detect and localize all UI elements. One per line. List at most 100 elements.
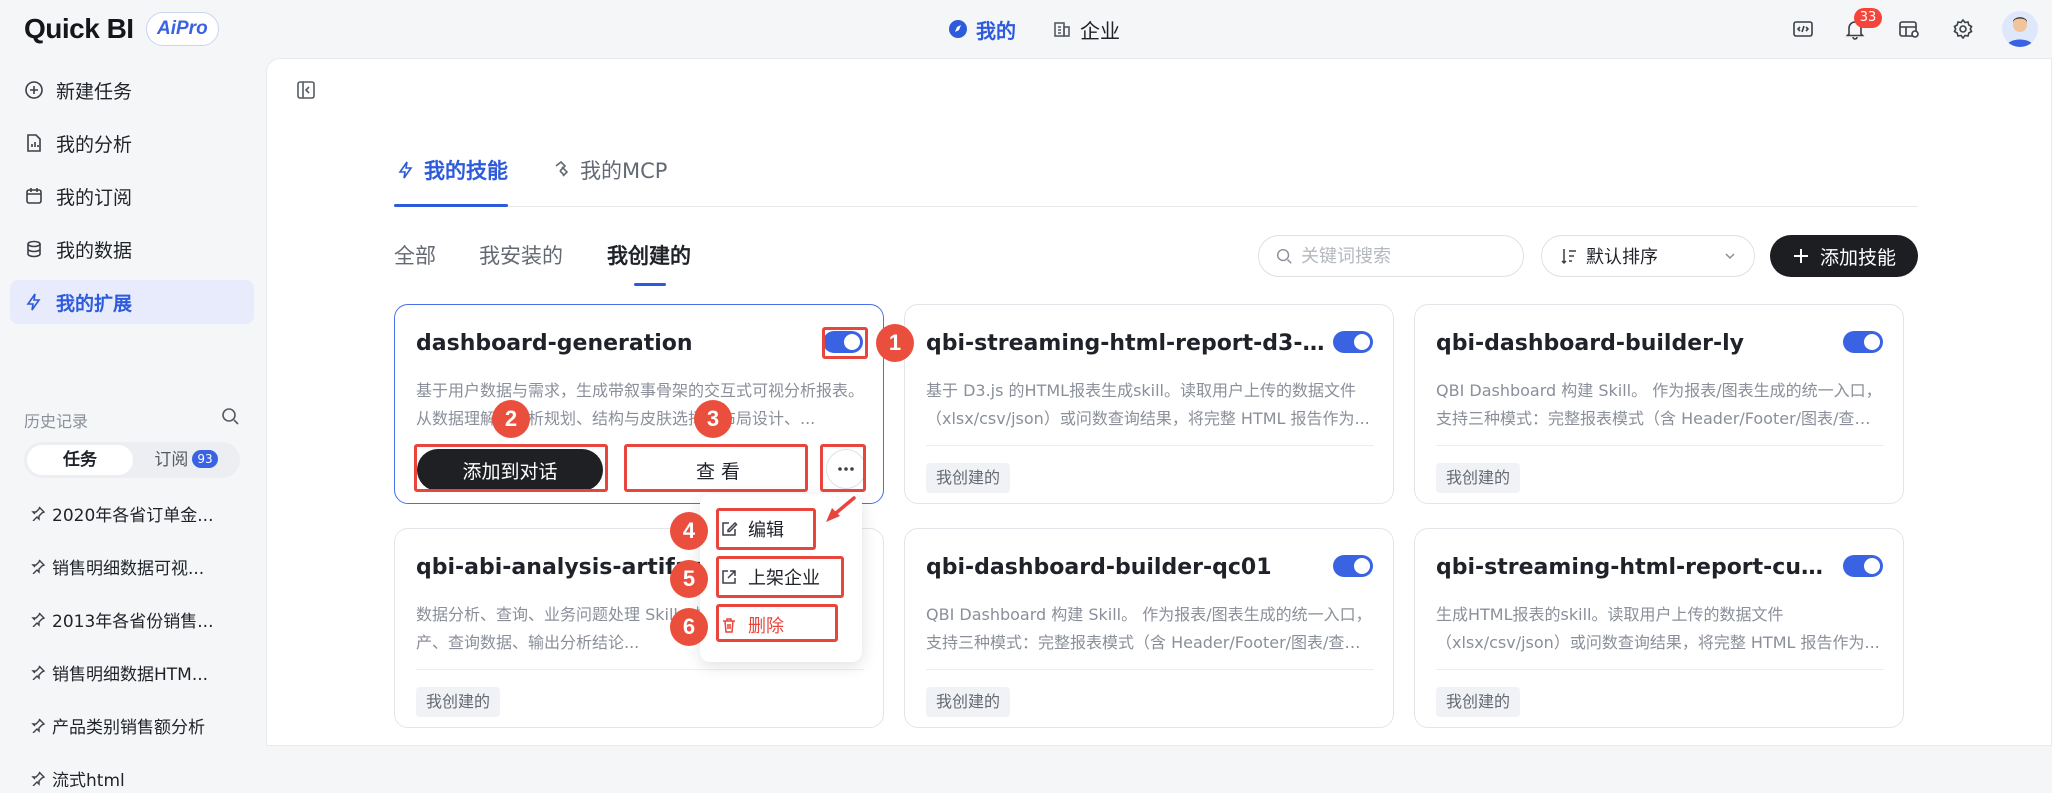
history-search-button[interactable] (220, 406, 240, 430)
search-icon (222, 408, 239, 425)
compass-icon (949, 20, 967, 38)
filter-installed[interactable]: 我安装的 (479, 240, 563, 270)
skill-card-title: qbi-streaming-html-report-custom-s... (1436, 555, 1836, 580)
chevron-down-icon (1725, 253, 1735, 260)
skill-card[interactable]: qbi-streaming-html-report-custom-s... 生成… (1414, 528, 1904, 728)
skill-card[interactable]: qbi-streaming-html-report-d3-custo... 基于… (904, 304, 1394, 504)
sidebar-item-label: 我的分析 (56, 133, 133, 156)
history-item[interactable]: 2013年各省份销售... (30, 604, 213, 634)
menu-item-publish[interactable]: 上架企业 (720, 560, 820, 594)
annotation-marker: 5 (670, 560, 708, 598)
history-item[interactable]: 产品类别销售额分析 (30, 710, 205, 740)
menu-item-label: 编辑 (748, 520, 784, 541)
plus-icon (1793, 249, 1808, 263)
topnav-mine[interactable]: 我的 (948, 14, 1016, 44)
search-box[interactable] (1258, 235, 1524, 277)
sidebar-collapse-icon (297, 81, 315, 99)
topnav-enterprise[interactable]: 企业 (1052, 14, 1120, 44)
skill-card-title: dashboard-generation (416, 331, 693, 356)
skill-enabled-toggle[interactable] (1843, 331, 1883, 353)
sidebar-item-label: 新建任务 (56, 80, 133, 103)
top-bar: Quick BI AiPro 我的 企业 33 (0, 0, 2052, 58)
topnav-mine-label: 我的 (976, 18, 1016, 43)
skill-card-tag: 我创建的 (416, 687, 501, 717)
code-button[interactable] (1788, 14, 1818, 44)
sidebar: 新建任务 我的分析 我的订阅 我的数据 我的扩展 历史记录 任务 订阅 93 20… (0, 58, 264, 791)
skill-card[interactable]: qbi-dashboard-builder-qc01 QBI Dashboard… (904, 528, 1394, 728)
notification-button[interactable]: 33 (1840, 8, 1882, 44)
history-item[interactable]: 销售明细数据可视... (30, 551, 204, 581)
skill-card-tag: 我创建的 (926, 687, 1011, 717)
aipro-badge[interactable]: AiPro (146, 12, 219, 46)
menu-item-edit[interactable]: 编辑 (720, 512, 784, 546)
sidebar-item-label: 我的扩展 (56, 292, 133, 315)
calendar-icon (26, 188, 42, 204)
skill-card-desc: QBI Dashboard 构建 Skill。 作为报表/图表生成的统一入口，支… (926, 605, 1372, 652)
tab-my-skills[interactable]: 我的技能 (396, 154, 508, 186)
history-item[interactable]: 销售明细数据HTM... (30, 657, 208, 687)
avatar-icon (2006, 17, 2034, 47)
skill-card-tag: 我创建的 (1436, 687, 1521, 717)
filter-created[interactable]: 我创建的 (607, 240, 691, 270)
edit-icon (722, 521, 738, 536)
skill-card-title: qbi-streaming-html-report-d3-custo... (926, 331, 1326, 356)
skill-enabled-toggle[interactable] (1843, 555, 1883, 577)
segment-subscribe[interactable]: 订阅 93 (136, 445, 236, 475)
history-item[interactable]: 流式html (30, 763, 125, 793)
sidebar-item-analysis[interactable]: 我的分析 (10, 121, 254, 165)
skill-enabled-toggle[interactable] (1333, 331, 1373, 353)
sidebar-item-extensions[interactable]: 我的扩展 (10, 280, 254, 324)
code-icon (1793, 21, 1813, 37)
segment-subscribe-label: 订阅 (154, 450, 189, 470)
card-divider (926, 669, 1374, 670)
segment-task[interactable]: 任务 (27, 445, 133, 475)
pin-icon (31, 771, 46, 786)
skill-card[interactable]: qbi-dashboard-builder-ly QBI Dashboard 构… (1414, 304, 1904, 504)
menu-item-label: 删除 (748, 616, 784, 637)
annotation-marker: 3 (694, 400, 732, 438)
database-icon (27, 240, 41, 258)
table-settings-button[interactable] (1894, 14, 1924, 44)
brand-logo[interactable]: Quick BI (24, 13, 134, 45)
sort-icon (1561, 249, 1576, 265)
avatar[interactable] (2002, 11, 2038, 47)
sidebar-item-data[interactable]: 我的数据 (10, 227, 254, 271)
sidebar-item-new-task[interactable]: 新建任务 (10, 68, 254, 112)
view-button[interactable]: 查看 (635, 449, 807, 491)
skill-enabled-toggle[interactable] (1333, 555, 1373, 577)
filter-all[interactable]: 全部 (394, 240, 436, 270)
pin-icon (31, 718, 46, 733)
notification-badge: 33 (1854, 8, 1882, 28)
gear-icon (1953, 18, 1973, 40)
skill-card-desc: 基于用户数据与需求，生成带叙事骨架的交互式可视分析报表。从数据理解到分析规划、结… (416, 381, 864, 428)
tab-my-mcp[interactable]: 我的MCP (552, 154, 667, 186)
skill-enabled-toggle[interactable] (823, 331, 863, 353)
pin-icon (31, 506, 46, 521)
annotation-arrow-icon (826, 496, 856, 522)
search-input[interactable] (1301, 245, 1511, 267)
sort-label: 默认排序 (1586, 247, 1658, 268)
annotation-marker: 2 (492, 400, 530, 438)
settings-button[interactable] (1948, 14, 1978, 44)
filter-active-indicator (634, 283, 666, 286)
tab-my-mcp-label: 我的MCP (580, 159, 668, 183)
tab-active-indicator (394, 204, 508, 207)
menu-item-delete[interactable]: 删除 (720, 608, 784, 642)
add-skill-label: 添加技能 (1819, 246, 1896, 269)
sort-select[interactable]: 默认排序 (1541, 235, 1755, 277)
add-skill-button[interactable]: 添加技能 (1770, 235, 1918, 277)
bolt-icon (26, 293, 41, 311)
annotation-marker: 4 (670, 512, 708, 550)
history-item-label: 2013年各省份销售... (52, 611, 214, 632)
history-item-label: 销售明细数据HTM... (52, 664, 209, 685)
pin-icon (31, 612, 46, 627)
skill-card[interactable]: dashboard-generation 基于用户数据与需求，生成带叙事骨架的交… (394, 304, 884, 504)
history-item[interactable]: 2020年各省订单金... (30, 498, 213, 528)
sidebar-collapse-button[interactable] (296, 80, 316, 104)
more-button[interactable] (826, 449, 866, 489)
tab-divider (394, 206, 1918, 207)
sidebar-item-label: 我的数据 (56, 239, 133, 262)
add-to-chat-button[interactable]: 添加到对话 (417, 449, 603, 491)
sidebar-item-subscription[interactable]: 我的订阅 (10, 174, 254, 218)
share-icon (722, 570, 736, 584)
